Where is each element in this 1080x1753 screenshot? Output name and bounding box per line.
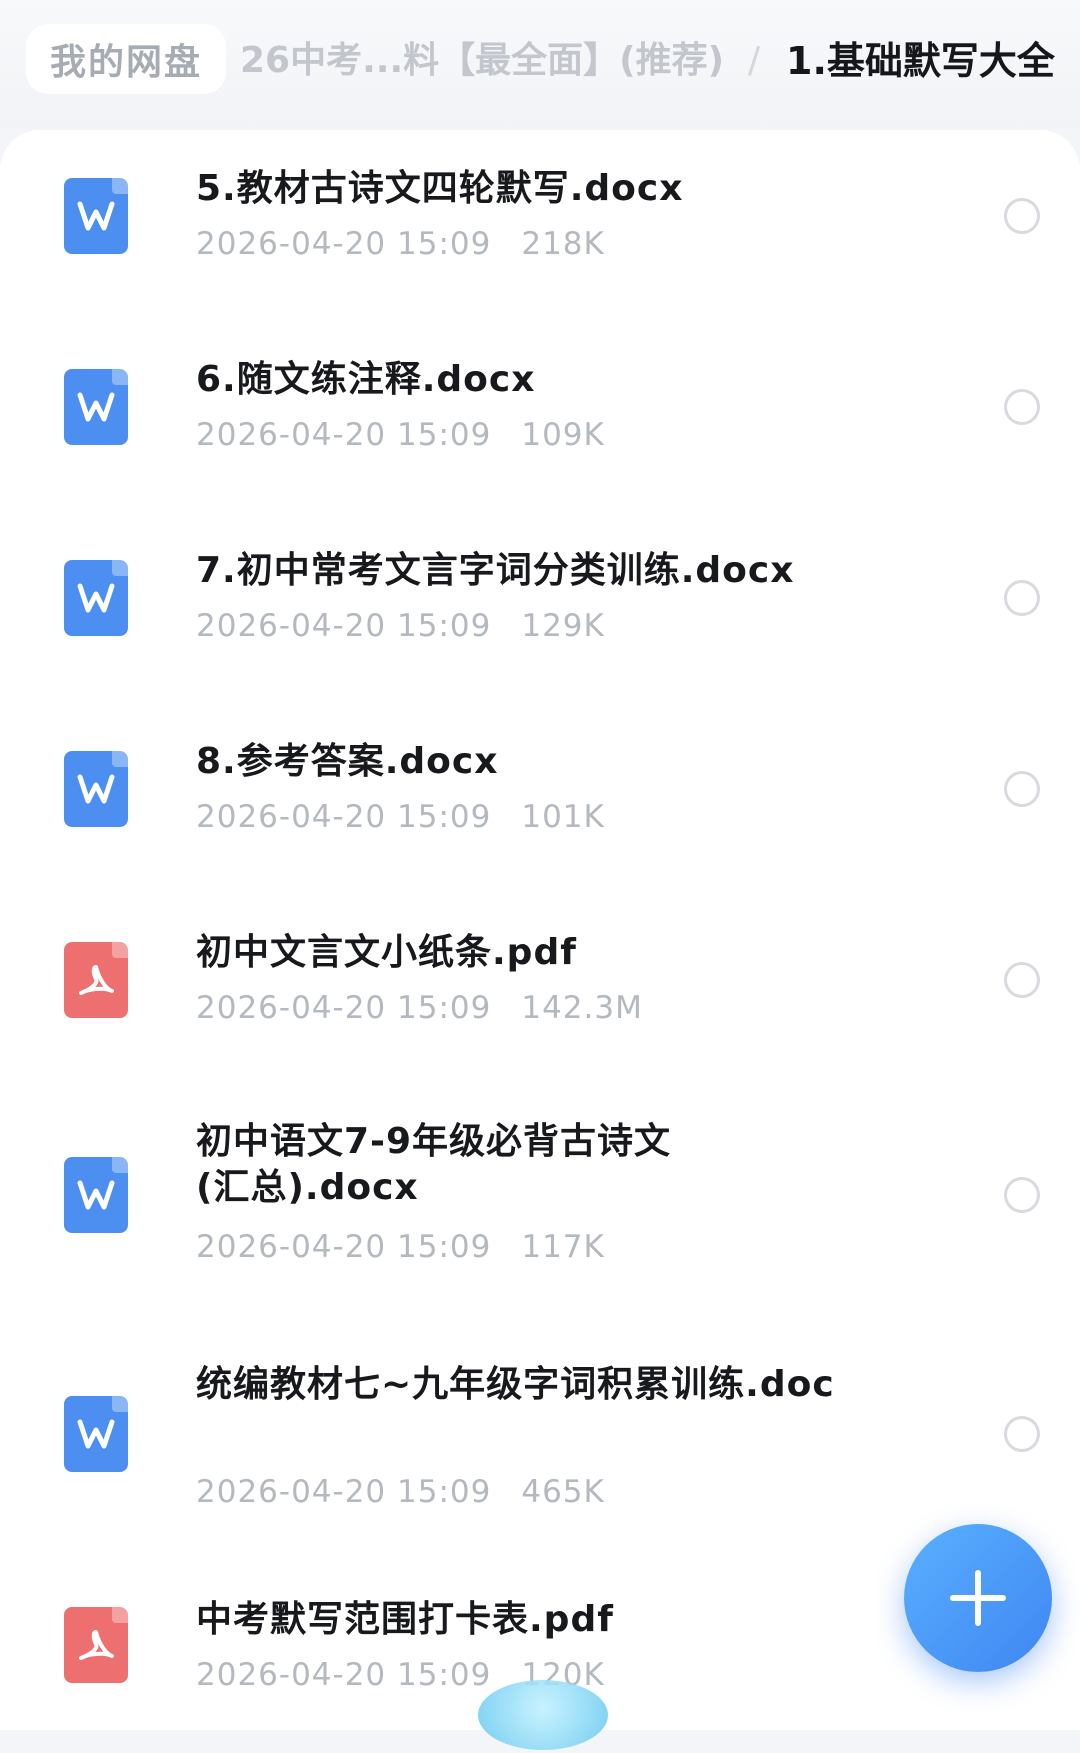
pdf-file-icon [64, 1607, 128, 1683]
file-row[interactable]: 5.教材古诗文四轮默写.docx 2026-04-20 15:09 218K [0, 130, 1080, 320]
word-file-icon [64, 751, 128, 827]
word-file-icon [64, 178, 128, 254]
breadcrumb: 我的网盘 26中考...料【最全面】(推荐) / 1.基础默写大全 [0, 0, 1080, 128]
word-file-icon [64, 1157, 128, 1233]
breadcrumb-home[interactable]: 我的网盘 [26, 24, 226, 94]
breadcrumb-separator: / [748, 40, 761, 81]
file-meta: 2026-04-20 15:09 142.3M [196, 990, 643, 1026]
file-date: 2026-04-20 15:09 [196, 1657, 492, 1693]
select-checkbox[interactable] [1004, 580, 1040, 616]
file-meta: 2026-04-20 15:09 218K [196, 226, 605, 262]
file-size: 101K [521, 799, 605, 835]
file-name[interactable]: 初中文言文小纸条.pdf [196, 930, 896, 976]
file-date: 2026-04-20 15:09 [196, 799, 492, 835]
file-date: 2026-04-20 15:09 [196, 608, 492, 644]
select-checkbox[interactable] [1004, 389, 1040, 425]
file-row[interactable]: 7.初中常考文言字词分类训练.docx 2026-04-20 15:09 129K [0, 512, 1080, 702]
select-checkbox[interactable] [1004, 198, 1040, 234]
file-row[interactable]: 初中语文7-9年级必背古诗文(汇总).docx 2026-04-20 15:09… [0, 1085, 1080, 1323]
file-meta: 2026-04-20 15:09 129K [196, 608, 605, 644]
file-meta: 2026-04-20 15:09 109K [196, 417, 605, 453]
file-name[interactable]: 8.参考答案.docx [196, 739, 896, 785]
file-size: 218K [521, 226, 605, 262]
file-date: 2026-04-20 15:09 [196, 226, 492, 262]
file-date: 2026-04-20 15:09 [196, 990, 492, 1026]
file-name[interactable]: 初中语文7-9年级必背古诗文(汇总).docx [196, 1119, 716, 1211]
file-date: 2026-04-20 15:09 [196, 417, 492, 453]
file-size: 117K [521, 1229, 605, 1265]
file-list: 5.教材古诗文四轮默写.docx 2026-04-20 15:09 218K 6.… [0, 130, 1080, 1730]
file-size: 465K [521, 1474, 605, 1510]
file-row[interactable]: 8.参考答案.docx 2026-04-20 15:09 101K [0, 703, 1080, 893]
file-name[interactable]: 6.随文练注释.docx [196, 357, 896, 403]
select-checkbox[interactable] [1004, 1416, 1040, 1452]
file-name[interactable]: 统编教材七~九年级字词积累训练.doc [196, 1362, 896, 1408]
word-file-icon [64, 1396, 128, 1472]
file-meta: 2026-04-20 15:09 465K [196, 1474, 605, 1510]
floating-assistant-bubble[interactable] [478, 1680, 608, 1750]
file-size: 129K [521, 608, 605, 644]
select-checkbox[interactable] [1004, 771, 1040, 807]
word-file-icon [64, 560, 128, 636]
file-row[interactable]: 6.随文练注释.docx 2026-04-20 15:09 109K [0, 321, 1080, 511]
file-name[interactable]: 5.教材古诗文四轮默写.docx [196, 166, 896, 212]
add-button[interactable] [904, 1524, 1052, 1672]
file-size: 142.3M [521, 990, 643, 1026]
select-checkbox[interactable] [1004, 962, 1040, 998]
plus-icon [950, 1570, 1006, 1626]
file-meta: 2026-04-20 15:09 101K [196, 799, 605, 835]
word-file-icon [64, 369, 128, 445]
breadcrumb-parent-folder[interactable]: 26中考...料【最全面】(推荐) [240, 36, 740, 86]
file-name[interactable]: 中考默写范围打卡表.pdf [196, 1597, 896, 1643]
file-row[interactable]: 统编教材七~九年级字词积累训练.doc 2026-04-20 15:09 465K [0, 1324, 1080, 1562]
breadcrumb-current-folder: 1.基础默写大全 [786, 39, 1055, 83]
pdf-file-icon [64, 942, 128, 1018]
file-name[interactable]: 7.初中常考文言字词分类训练.docx [196, 548, 896, 594]
file-size: 109K [521, 417, 605, 453]
file-date: 2026-04-20 15:09 [196, 1229, 492, 1265]
file-meta: 2026-04-20 15:09 117K [196, 1229, 605, 1265]
file-date: 2026-04-20 15:09 [196, 1474, 492, 1510]
file-row[interactable]: 初中文言文小纸条.pdf 2026-04-20 15:09 142.3M [0, 894, 1080, 1084]
select-checkbox[interactable] [1004, 1177, 1040, 1213]
